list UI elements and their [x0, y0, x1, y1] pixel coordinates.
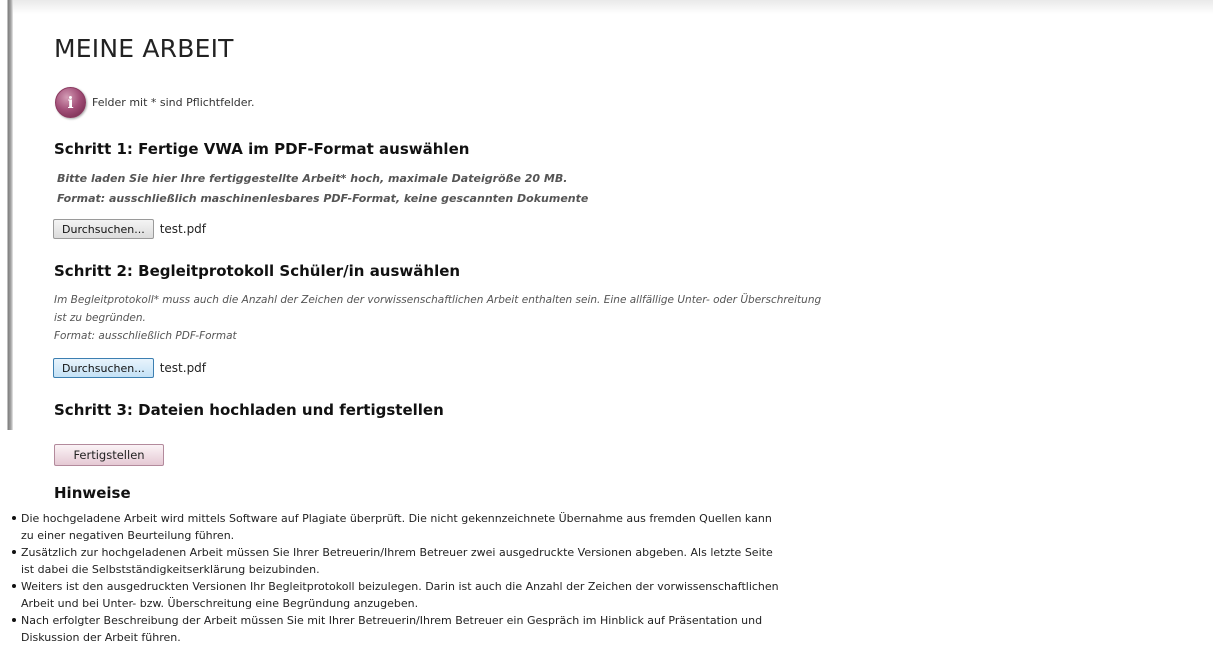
step1-note-line2: Format: ausschließlich maschinenlesbares…	[57, 192, 589, 205]
left-border-bar	[0, 0, 13, 430]
required-fields-info: i Felder mit * sind Pflichtfelder.	[55, 87, 255, 118]
hint-line: zu einer negativen Beurteilung führen.	[21, 529, 235, 542]
step2-browse-button[interactable]: Durchsuchen...	[53, 358, 154, 378]
step2-note-line3: Format: ausschließlich PDF-Format	[54, 330, 237, 342]
hint-line: Nach erfolgter Beschreibung der Arbeit m…	[21, 614, 763, 627]
hint-line: Arbeit und bei Unter- bzw. Überschreitun…	[21, 597, 419, 610]
step2-note-line1: Im Begleitprotokoll* muss auch die Anzah…	[54, 294, 822, 306]
hint-line: Diskussion der Arbeit führen.	[21, 631, 181, 644]
hint-line: Weiters ist den ausgedruckten Versionen …	[21, 580, 779, 593]
hint-item: Nach erfolgter Beschreibung der Arbeit m…	[12, 612, 892, 646]
step2-file-input: Durchsuchen... test.pdf	[53, 358, 206, 378]
step2-note-line2: ist zu begründen.	[54, 312, 146, 324]
step1-browse-button[interactable]: Durchsuchen...	[53, 219, 154, 239]
step1-note-line1: Bitte laden Sie hier Ihre fertiggestellt…	[57, 172, 568, 185]
required-fields-text: Felder mit * sind Pflichtfelder.	[92, 96, 255, 109]
page-title: MEINE ARBEIT	[54, 34, 234, 63]
step3-heading: Schritt 3: Dateien hochladen und fertigs…	[54, 401, 444, 419]
hint-item: Weiters ist den ausgedruckten Versionen …	[12, 578, 892, 612]
step1-file-input: Durchsuchen... test.pdf	[53, 219, 206, 239]
info-icon: i	[55, 87, 86, 118]
hint-line: Die hochgeladene Arbeit wird mittels Sof…	[21, 512, 772, 525]
step1-file-name: test.pdf	[159, 222, 207, 236]
step2-file-name: test.pdf	[159, 361, 207, 375]
step2-heading: Schritt 2: Begleitprotokoll Schüler/in a…	[54, 262, 461, 280]
hint-item: Die hochgeladene Arbeit wird mittels Sof…	[12, 510, 892, 544]
hint-item: Zusätzlich zur hochgeladenen Arbeit müss…	[12, 544, 892, 578]
hint-line: ist dabei die Selbstständigkeitserklärun…	[21, 563, 320, 576]
step1-heading: Schritt 1: Fertige VWA im PDF-Format aus…	[54, 140, 470, 158]
top-shadow	[0, 0, 1213, 14]
hints-title: Hinweise	[54, 484, 131, 502]
hint-line: Zusätzlich zur hochgeladenen Arbeit müss…	[21, 546, 773, 559]
finish-button[interactable]: Fertigstellen	[54, 444, 164, 466]
hints-list: Die hochgeladene Arbeit wird mittels Sof…	[12, 510, 892, 646]
